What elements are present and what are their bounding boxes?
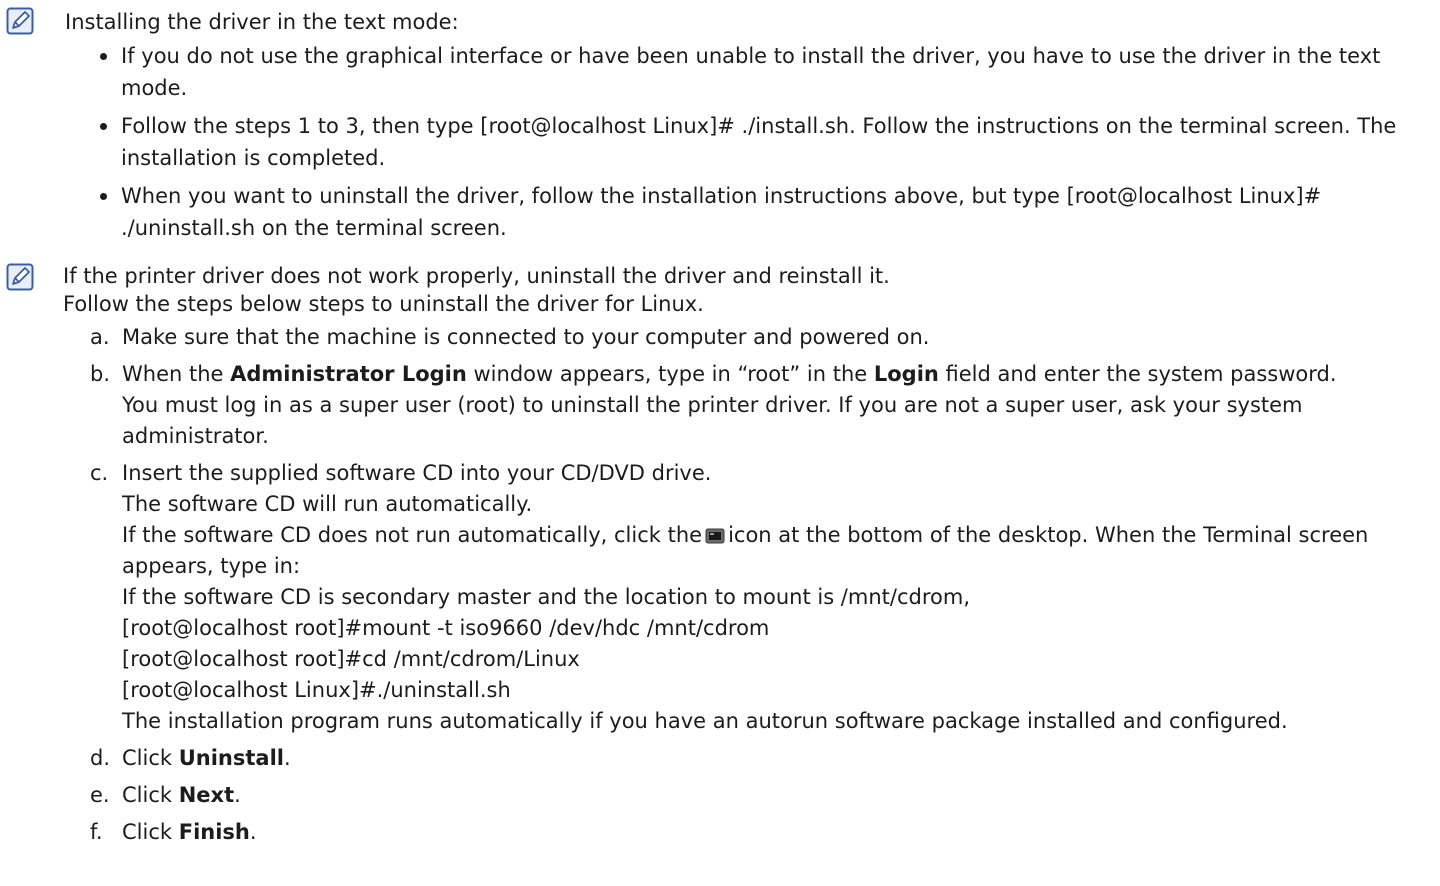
step-d: d. Click Uninstall. [90,743,1430,774]
uninstall-button-label: Uninstall [178,746,284,770]
command-line: [root@localhost root]#mount -t iso9660 /… [122,616,770,640]
login-field-label: Login [873,362,939,386]
note-text: Follow the steps below steps to uninstal… [63,292,704,316]
command-line: [root@localhost root]#cd /mnt/cdrom/Linu… [122,647,580,671]
step-letter: a. [90,325,110,349]
terminal-icon [705,522,725,544]
finish-button-label: Finish [178,820,250,844]
note-title: Installing the driver in the text mode: [65,10,459,34]
bullet-icon [100,123,107,130]
step-a: a. Make sure that the machine is connect… [90,322,1430,353]
list-item: Follow the steps 1 to 3, then type [root… [93,110,1423,174]
step-letter: d. [90,746,111,770]
list-item: When you want to uninstall the driver, f… [93,180,1423,244]
bullet-list: If you do not use the graphical interfac… [93,40,1423,250]
step-letter: b. [90,362,111,386]
document-page: Installing the driver in the text mode: … [0,0,1440,886]
step-e: e. Click Next. [90,780,1430,811]
bullet-icon [100,193,107,200]
command-line: [root@localhost Linux]#./uninstall.sh [122,678,511,702]
next-button-label: Next [178,783,235,807]
administrator-login-label: Administrator Login [230,362,467,386]
note-pencil-icon [6,263,34,291]
step-letter: c. [90,461,109,485]
step-b: b. When the Administrator Login window a… [90,359,1430,452]
step-c: c. Insert the supplied software CD into … [90,458,1430,737]
step-letter: f. [90,820,103,844]
list-item: If you do not use the graphical interfac… [93,40,1423,104]
step-letter: e. [90,783,110,807]
note-pencil-icon [6,7,34,35]
bullet-icon [100,53,107,60]
step-f: f. Click Finish. [90,817,1430,848]
uninstall-steps: a. Make sure that the machine is connect… [90,322,1430,854]
